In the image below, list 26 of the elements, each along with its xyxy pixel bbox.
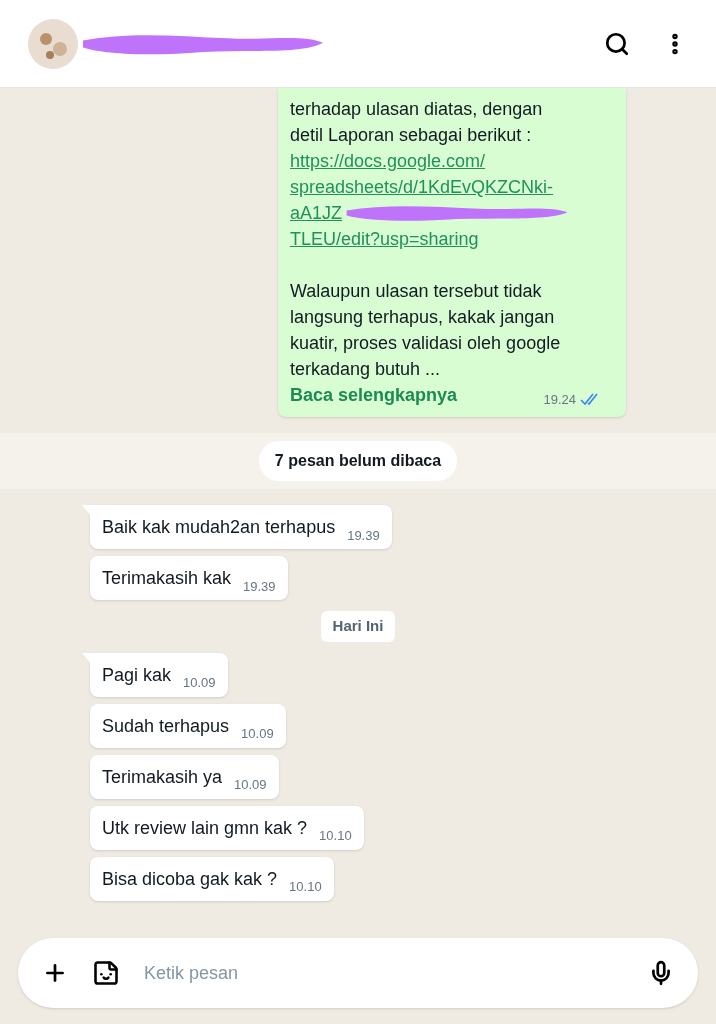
message-time: 19.39 bbox=[347, 526, 380, 545]
message-time: 10.09 bbox=[241, 725, 274, 743]
unread-banner: 7 pesan belum dibaca bbox=[258, 441, 458, 481]
message-text: Baik kak mudah2an terhapus bbox=[102, 516, 336, 539]
message-text: Walaupun ulasan tersebut tidak langsung terhapus, kakak jangan kuatir, proses validasi oleh google terkadang butuh ... bbox=[290, 280, 562, 381]
message-time: 19.24 bbox=[543, 390, 576, 409]
message-text: Pagi kak bbox=[102, 663, 172, 687]
message-text: detil Laporan sebagai berikut : bbox=[290, 124, 533, 147]
search-icon[interactable] bbox=[604, 30, 630, 57]
message-time: 19.39 bbox=[243, 577, 276, 596]
read-more-link[interactable]: Baca selengkapnya bbox=[290, 382, 458, 409]
message-time: 10.10 bbox=[289, 878, 322, 896]
message-time: 10.09 bbox=[183, 674, 216, 692]
message-composer[interactable]: Ketik pesan bbox=[18, 938, 698, 1008]
sticker-icon[interactable] bbox=[92, 959, 120, 987]
link[interactable]: https://docs.google.com/ spreadsheets/d/1KdEvQKZCNki- aA1JZ TLEU/edit?usp=sharing bbox=[290, 148, 602, 252]
message-text: Terimakasih kak bbox=[102, 567, 232, 590]
date-chip: Hari Ini bbox=[320, 611, 396, 642]
message-text: terhadap ulasan diatas, dengan bbox=[290, 98, 544, 121]
message-text: Bisa dicoba gak kak ? bbox=[102, 867, 278, 891]
message-time: 10.10 bbox=[319, 827, 352, 845]
message-time: 10.09 bbox=[234, 776, 267, 794]
message-text: Terimakasih ya bbox=[102, 765, 223, 789]
message-input[interactable]: Ketik pesan bbox=[144, 959, 624, 987]
message-text: Sudah terhapus bbox=[102, 714, 230, 738]
message-text: Utk review lain gmn kak ? bbox=[102, 816, 308, 840]
